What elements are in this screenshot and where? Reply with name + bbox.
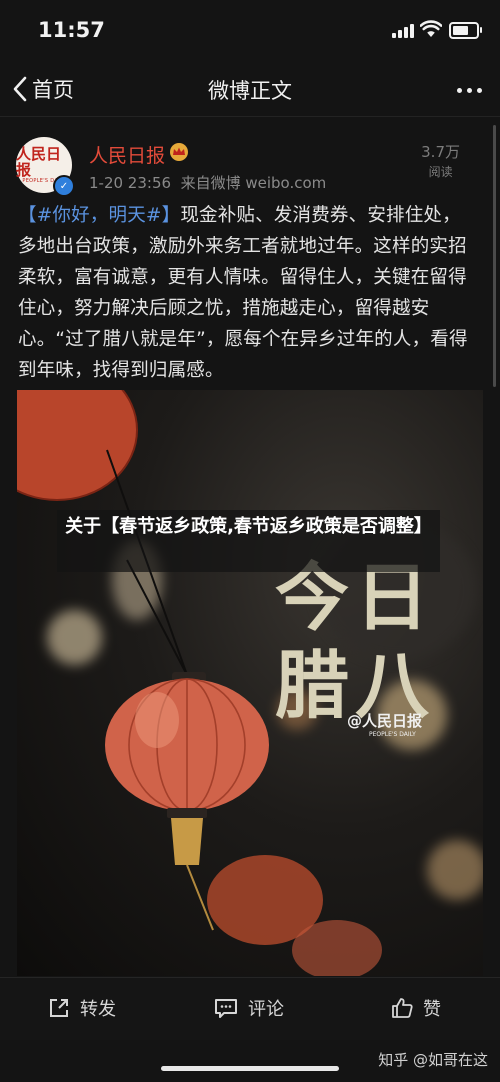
- comment-label: 评论: [248, 999, 284, 1020]
- page-title: 微博正文: [208, 79, 292, 103]
- nav-bar: 首页 微博正文: [0, 62, 500, 117]
- read-count-value: 3.7万: [421, 143, 460, 161]
- battery-level: [453, 26, 469, 35]
- read-count-label: 阅读: [428, 165, 453, 179]
- post-source: 来自微博 weibo.com: [180, 174, 327, 192]
- verified-badge-icon: ✓: [53, 175, 75, 197]
- home-indicator[interactable]: [161, 1066, 339, 1071]
- status-time: 11:57: [38, 18, 105, 42]
- image-logo-text: @人民日报: [347, 712, 423, 730]
- repost-label: 转发: [80, 999, 116, 1020]
- more-dot-icon: [467, 88, 472, 93]
- comment-button[interactable]: 评论: [214, 995, 284, 1021]
- battery-icon: [449, 22, 482, 39]
- post-image[interactable]: 今日 腊八 @人民日报 PEOPLE'S DAILY: [17, 390, 483, 976]
- author-name[interactable]: 人民日报: [89, 141, 165, 168]
- crown-icon: [170, 143, 188, 161]
- overlay-caption: 关于【春节返乡政策,春节返乡政策是否调整】: [57, 510, 440, 572]
- avatar-logo-text: 人民日报: [16, 145, 62, 179]
- post-body: 【#你好，明天#】现金补贴、发消费券、安排住处，多地出台政策，激励外来务工者就地…: [18, 200, 474, 386]
- scrollbar[interactable]: [493, 125, 496, 387]
- wifi-icon: [420, 20, 442, 37]
- repost-icon: [50, 999, 68, 1017]
- read-count: 3.7万 阅读: [421, 141, 460, 180]
- action-bar: 转发 评论 赞: [0, 977, 500, 1040]
- signal-icon: [392, 24, 416, 38]
- image-watermark-logo: @人民日报 PEOPLE'S DAILY: [347, 710, 422, 738]
- post-text: 现金补贴、发消费券、安排住处，多地出台政策，激励外来务工者就地过年。这样的实招柔…: [18, 205, 468, 381]
- repost-button[interactable]: 转发: [48, 995, 116, 1021]
- hashtag-link[interactable]: 【#你好，明天#】: [18, 205, 180, 226]
- status-bar: 11:57: [0, 0, 500, 62]
- zhihu-watermark: 知乎 @如哥在这: [378, 1051, 488, 1069]
- thumbs-up-icon: [392, 998, 413, 1018]
- like-label: 赞: [423, 999, 441, 1020]
- post-meta: 1-20 23:56 来自微博 weibo.com: [89, 172, 326, 193]
- like-button[interactable]: 赞: [391, 995, 441, 1021]
- more-dot-icon: [477, 88, 482, 93]
- more-dot-icon: [457, 88, 462, 93]
- post-timestamp: 1-20 23:56: [89, 174, 172, 192]
- more-button[interactable]: [457, 88, 482, 93]
- image-logo-subtext: PEOPLE'S DAILY: [369, 731, 416, 738]
- comment-icon: [215, 999, 237, 1018]
